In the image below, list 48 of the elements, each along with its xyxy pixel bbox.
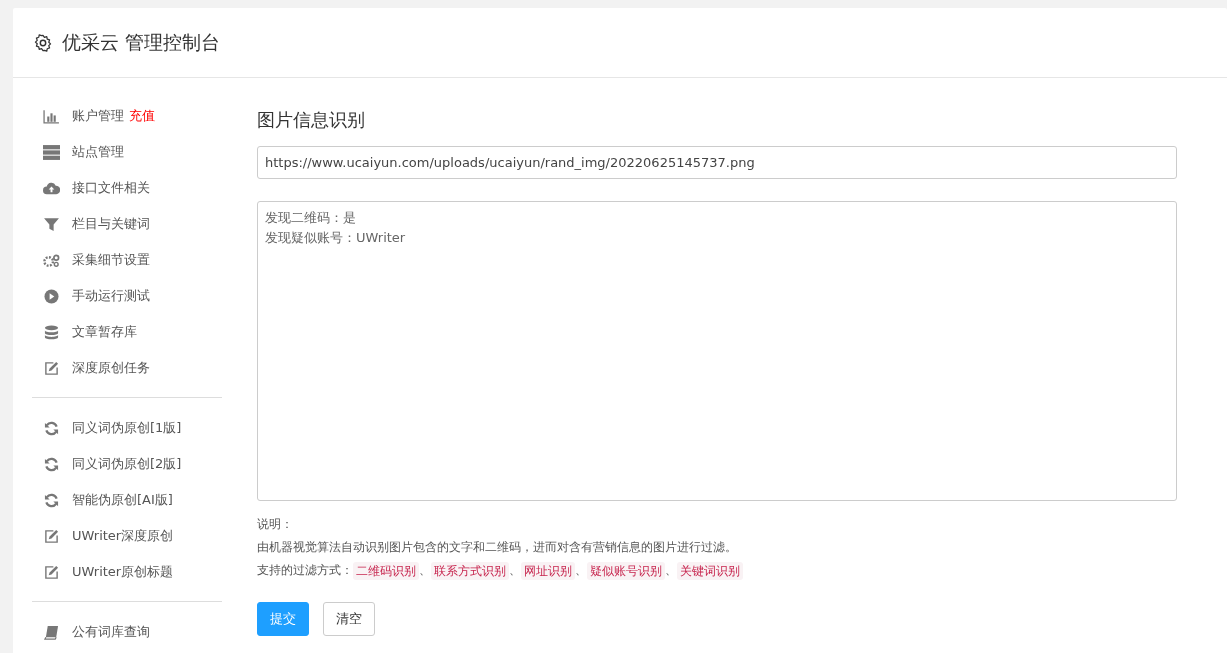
filter-tag: 联系方式识别: [431, 561, 509, 580]
filter-tag: 网址识别: [521, 561, 575, 580]
note-heading: 说明：: [257, 516, 294, 533]
section-title: 图片信息识别: [257, 108, 366, 132]
note-text: 由机器视觉算法自动识别图片包含的文字和二维码，进而对含有营销信息的图片进行过滤。: [257, 539, 738, 556]
play-icon: [43, 288, 60, 304]
filter-tag: 二维码识别: [353, 561, 419, 580]
sidebar-item[interactable]: UWriter原创标题: [32, 554, 222, 590]
filter-icon: [43, 216, 60, 232]
sidebar-item[interactable]: 同义词伪原创[1版]: [32, 410, 222, 446]
recharge-link[interactable]: 充值: [129, 107, 155, 125]
sidebar-item[interactable]: 智能伪原创[AI版]: [32, 482, 222, 518]
sidebar-item[interactable]: 深度原创任务: [32, 350, 222, 386]
result-line: 发现疑似账号：UWriter: [265, 229, 407, 248]
separator: 、: [575, 562, 587, 579]
console-title: 优采云 管理控制台: [62, 29, 221, 55]
sidebar-item[interactable]: 手动运行测试: [32, 278, 222, 314]
edit-icon: [43, 528, 60, 544]
result-line: 发现二维码：是: [265, 209, 357, 227]
database-icon: [43, 324, 60, 340]
edit-icon: [43, 564, 60, 580]
sidebar-item[interactable]: 文章暂存库: [32, 314, 222, 350]
book-icon: [43, 624, 60, 640]
separator: 、: [419, 562, 431, 579]
clear-button[interactable]: 清空: [323, 602, 375, 636]
refresh-icon: [43, 456, 60, 472]
sidebar-item[interactable]: 接口文件相关: [32, 170, 222, 206]
url-field[interactable]: https://www.ucaiyun.com/uploads/ucaiyun/rand_img/20220625145737.png: [257, 146, 1177, 179]
refresh-icon: [43, 492, 60, 508]
server-icon: [43, 144, 60, 160]
separator: 、: [509, 562, 521, 579]
refresh-icon: [43, 420, 60, 436]
bar-chart-icon: [43, 108, 60, 124]
result-field[interactable]: 发现二维码：是 发现疑似账号：UWriter: [257, 201, 1177, 501]
separator: 、: [665, 562, 677, 579]
settings-icon: [34, 33, 52, 52]
sidebar-item[interactable]: 同义词伪原创[2版]: [32, 446, 222, 482]
filter-tag: 疑似账号识别: [587, 561, 665, 580]
sidebar-item[interactable]: 公有词库查询: [32, 614, 222, 650]
sidebar-item[interactable]: 采集细节设置: [32, 242, 222, 278]
sidebar-item[interactable]: 栏目与关键词: [32, 206, 222, 242]
sidebar-item[interactable]: UWriter深度原创: [32, 518, 222, 554]
filter-tag: 关键词识别: [677, 561, 743, 580]
edit-icon: [43, 360, 60, 376]
filters-label: 支持的过滤方式：: [257, 562, 353, 579]
cloud-upload-icon: [43, 180, 60, 196]
sidebar-item[interactable]: 站点管理: [32, 134, 222, 170]
sidebar-item[interactable]: 账户管理 充值: [32, 98, 222, 134]
